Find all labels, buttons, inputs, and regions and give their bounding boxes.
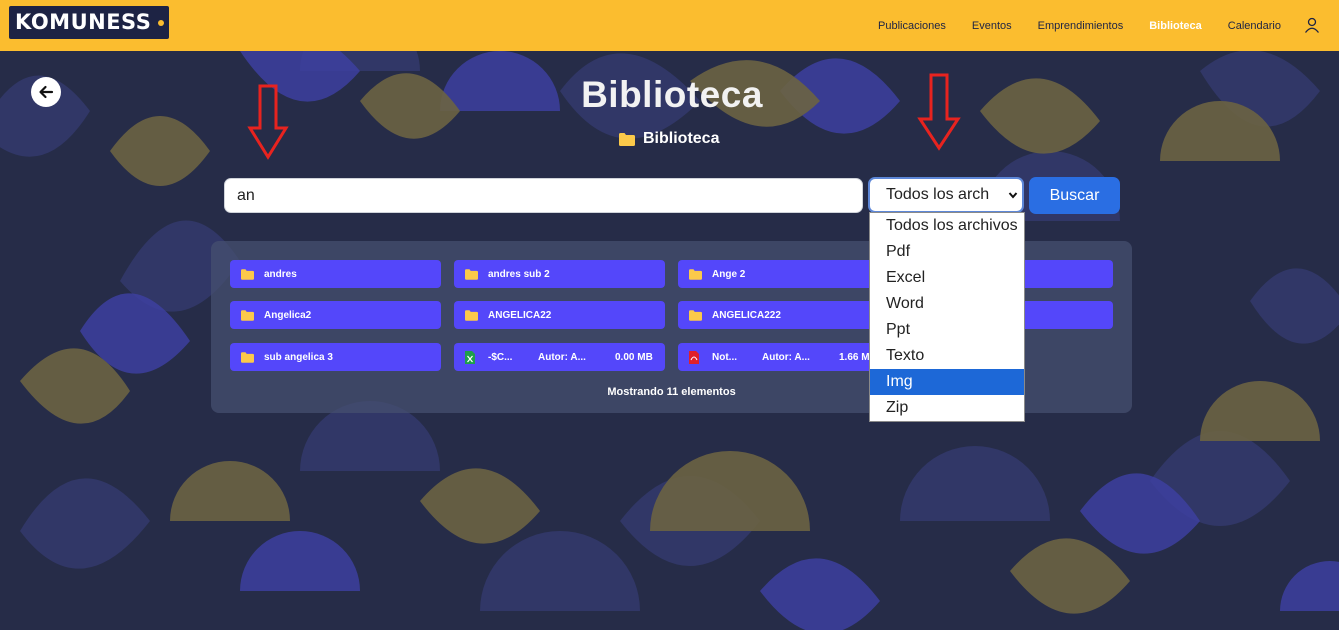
folder-item[interactable]: Angelica2	[230, 301, 441, 329]
item-name: ANGELICA22	[488, 309, 552, 321]
logo-text: KOMUNESS	[15, 10, 152, 34]
breadcrumb-label: Biblioteca	[643, 130, 720, 147]
nav-link-biblioteca[interactable]: Biblioteca	[1149, 20, 1202, 32]
item-author: Autor: A...	[762, 351, 810, 363]
item-name: andres	[264, 268, 297, 280]
dropdown-option-word[interactable]: Word	[870, 291, 1024, 317]
annotation-arrow-right	[917, 73, 961, 151]
folder-item[interactable]: sub angelica 3	[230, 343, 441, 371]
item-size: 0.00 MB	[615, 351, 653, 363]
folder-item[interactable]: ANGELICA22	[454, 301, 665, 329]
annotation-arrow-left	[247, 84, 289, 160]
folder-icon	[465, 268, 478, 280]
pdf-file-icon	[689, 350, 699, 364]
excel-file-icon	[465, 350, 475, 364]
folder-icon	[241, 309, 254, 321]
item-name: ANGELICA222	[712, 309, 781, 321]
nav-link-calendario[interactable]: Calendario	[1228, 20, 1281, 32]
dropdown-option-todos[interactable]: Todos los archivos	[870, 213, 1024, 239]
item-name: Not...	[712, 351, 737, 363]
file-type-select[interactable]: Todos los arch	[868, 177, 1024, 213]
item-name: Ange 2	[712, 268, 746, 280]
file-type-select-value: Todos los arch	[886, 186, 990, 203]
folder-icon	[689, 309, 702, 321]
folder-icon	[241, 268, 254, 280]
folder-item[interactable]: andres	[230, 260, 441, 288]
chevron-down-icon	[1008, 192, 1018, 199]
nav-links: Publicaciones Eventos Emprendimientos Bi…	[852, 0, 1281, 51]
dropdown-option-excel[interactable]: Excel	[870, 265, 1024, 291]
folder-icon	[619, 132, 635, 146]
search-input[interactable]	[224, 178, 863, 213]
brand-logo[interactable]: KOMUNESS	[9, 6, 169, 39]
page-title: Biblioteca	[581, 74, 763, 115]
logo-dot	[158, 20, 164, 26]
nav-link-eventos[interactable]: Eventos	[972, 20, 1012, 32]
folder-icon	[689, 268, 702, 280]
item-size: 1.66 M	[839, 351, 870, 363]
item-author: Autor: A...	[538, 351, 586, 363]
folder-item[interactable]: andres sub 2	[454, 260, 665, 288]
dropdown-option-pdf[interactable]: Pdf	[870, 239, 1024, 265]
file-item[interactable]: -$C... Autor: A... 0.00 MB	[454, 343, 665, 371]
file-item[interactable]: Not... Autor: A... 1.66 M	[678, 343, 889, 371]
folder-icon	[465, 309, 478, 321]
top-navbar: KOMUNESS Publicaciones Eventos Emprendim…	[0, 0, 1339, 51]
item-name: -$C...	[488, 351, 513, 363]
dropdown-option-img[interactable]: Img	[870, 369, 1024, 395]
nav-link-emprendimientos[interactable]: Emprendimientos	[1038, 20, 1124, 32]
dropdown-option-ppt[interactable]: Ppt	[870, 317, 1024, 343]
folder-icon	[241, 351, 254, 363]
search-button[interactable]: Buscar	[1029, 177, 1120, 214]
item-name: andres sub 2	[488, 268, 550, 280]
item-name: Angelica2	[264, 309, 312, 321]
breadcrumb[interactable]: Biblioteca	[619, 130, 719, 148]
nav-link-publicaciones[interactable]: Publicaciones	[878, 20, 946, 32]
dropdown-option-texto[interactable]: Texto	[870, 343, 1024, 369]
dropdown-option-zip[interactable]: Zip	[870, 395, 1024, 421]
item-name: sub angelica 3	[264, 351, 333, 363]
file-type-dropdown-list: Todos los archivos Pdf Excel Word Ppt Te…	[869, 212, 1025, 422]
user-icon[interactable]	[1304, 17, 1320, 33]
